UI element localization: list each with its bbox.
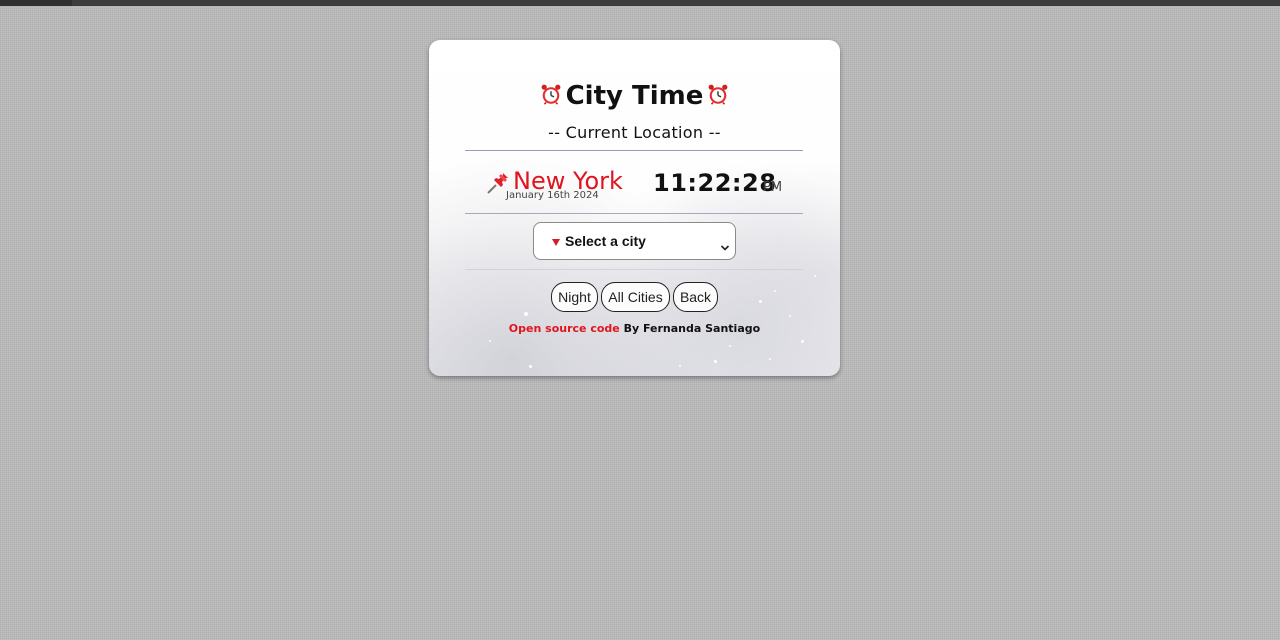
page-title: City Time: [429, 78, 840, 114]
footer-credits: Open source code By Fernanda Santiago: [429, 322, 840, 335]
time-period: PM: [763, 180, 783, 195]
title-text: City Time: [565, 81, 704, 111]
chevron-down-icon: [720, 237, 730, 251]
browser-top-bar: [0, 0, 1280, 6]
city-time-card: City Time -- Current Location -- New Yor: [429, 40, 840, 376]
back-button[interactable]: Back: [673, 282, 718, 312]
current-location-heading: -- Current Location --: [548, 123, 721, 142]
all-cities-button[interactable]: All Cities: [601, 282, 670, 312]
divider: [465, 150, 803, 151]
browser-tab-strip: [72, 0, 1280, 6]
author-credit: By Fernanda Santiago: [623, 322, 761, 335]
city-time: 11:22:28: [653, 169, 777, 197]
alarm-clock-icon: [707, 79, 729, 105]
alarm-clock-icon: [540, 79, 562, 105]
divider: [465, 213, 803, 214]
select-label: Select a city: [565, 233, 646, 249]
city-date: January 16th 2024: [506, 190, 599, 201]
city-select-dropdown[interactable]: Select a city: [533, 222, 736, 260]
divider: [465, 269, 803, 270]
night-button[interactable]: Night: [551, 282, 598, 312]
red-triangle-icon: [552, 239, 560, 246]
open-source-code-link[interactable]: Open source code: [509, 322, 620, 335]
